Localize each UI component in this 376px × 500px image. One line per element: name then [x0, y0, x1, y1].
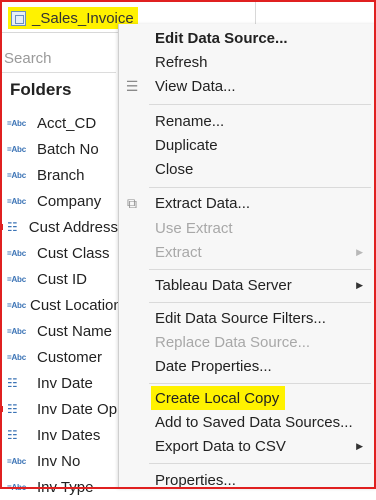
menu-separator: [149, 302, 371, 303]
menu-item-label: Add to Saved Data Sources...: [155, 413, 353, 431]
view-data-icon: ☰: [125, 78, 139, 94]
menu-separator: [149, 269, 371, 270]
string-type-icon: =Abc: [7, 170, 26, 180]
menu-item-rename[interactable]: Rename...: [119, 110, 375, 132]
field-name: Customer: [37, 348, 103, 366]
menu-item-close[interactable]: Close: [119, 158, 375, 180]
string-type-icon: =Abc: [7, 196, 26, 206]
menu-item-label: Date Properties...: [155, 357, 272, 375]
field-name: Cust Address: [28, 218, 118, 236]
search-input[interactable]: Search: [4, 46, 116, 72]
menu-item-label: Close: [155, 160, 194, 178]
submenu-arrow-icon: ▶: [356, 440, 363, 451]
hierarchy-icon: ☷: [7, 402, 18, 416]
string-type-icon: =Abc: [7, 326, 26, 336]
calendar-icon: ☷: [7, 376, 18, 390]
menu-item-extract-data[interactable]: ⧉ Extract Data...: [119, 192, 375, 214]
field-item[interactable]: =Abc Company: [0, 188, 118, 214]
field-item[interactable]: =Abc Inv No: [0, 448, 118, 474]
field-name: Acct_CD: [37, 114, 97, 132]
menu-item-label: Tableau Data Server: [155, 276, 292, 294]
menu-item-label: Create Local Copy: [155, 389, 280, 407]
calendar-icon: ☷: [7, 428, 18, 442]
string-type-icon: =Abc: [7, 274, 26, 284]
menu-item-date-properties[interactable]: Date Properties...: [119, 355, 375, 377]
field-item[interactable]: ☷ Inv Date Op: [0, 396, 118, 422]
field-item[interactable]: =Abc Cust ID: [0, 266, 118, 292]
menu-item-label: Extract Data...: [155, 194, 251, 212]
field-name: Cust Class: [37, 244, 110, 262]
menu-item-label: Edit Data Source Filters...: [155, 309, 326, 327]
menu-item-duplicate[interactable]: Duplicate: [119, 134, 375, 156]
menu-item-label: Use Extract: [155, 219, 233, 237]
menu-item-label: Properties...: [155, 471, 236, 489]
field-name: Inv Type: [37, 478, 94, 496]
menu-item-label: Rename...: [155, 112, 225, 130]
field-name: Inv Date: [37, 374, 93, 392]
menu-item-edit-data-source-filters[interactable]: Edit Data Source Filters...: [119, 307, 375, 329]
field-name: Branch: [37, 166, 85, 184]
menu-item-extract: Extract ▶: [119, 241, 375, 263]
field-item[interactable]: ☷ Inv Date: [0, 370, 118, 396]
string-type-icon: =Abc: [7, 352, 26, 362]
string-type-icon: =Abc: [7, 300, 26, 310]
field-item[interactable]: ☷ Cust Address: [0, 214, 118, 240]
menu-item-label: Replace Data Source...: [155, 333, 311, 351]
menu-item-create-local-copy[interactable]: Create Local Copy: [119, 387, 375, 409]
datasource-icon: [11, 10, 26, 26]
menu-separator: [149, 383, 371, 384]
menu-item-properties[interactable]: Properties...: [119, 469, 375, 491]
string-type-icon: =Abc: [7, 482, 26, 492]
menu-item-label: Extract: [155, 243, 202, 261]
field-item[interactable]: =Abc Branch: [0, 162, 118, 188]
menu-item-replace-data-source: Replace Data Source...: [119, 331, 375, 353]
field-item[interactable]: =Abc Cust Name: [0, 318, 118, 344]
menu-separator: [149, 104, 371, 105]
field-name: Inv No: [37, 452, 81, 470]
search-underline: [2, 72, 116, 73]
menu-item-add-to-saved-data-sources[interactable]: Add to Saved Data Sources...: [119, 411, 375, 433]
menu-separator: [149, 463, 371, 464]
field-item[interactable]: =Abc Cust Class: [0, 240, 118, 266]
field-name: Inv Dates: [37, 426, 101, 444]
context-menu: Edit Data Source... Refresh ☰ View Data.…: [118, 24, 376, 489]
field-name: Inv Date Op: [37, 400, 118, 418]
folders-heading: Folders: [10, 80, 72, 99]
hierarchy-icon: ☷: [7, 220, 18, 234]
string-type-icon: =Abc: [7, 456, 26, 466]
string-type-icon: =Abc: [7, 118, 26, 128]
submenu-arrow-icon: ▶: [356, 246, 363, 257]
extract-icon: ⧉: [127, 195, 137, 211]
field-item[interactable]: =Abc Cust Location: [0, 292, 118, 318]
string-type-icon: =Abc: [7, 248, 26, 258]
field-item[interactable]: =Abc Batch No: [0, 136, 118, 162]
field-name: Company: [37, 192, 102, 210]
hierarchy-marker: [0, 224, 3, 230]
menu-item-edit-data-source[interactable]: Edit Data Source...: [119, 27, 375, 49]
field-item[interactable]: =Abc Acct_CD: [0, 110, 118, 136]
hierarchy-marker: [0, 406, 3, 412]
field-name: Cust Location: [30, 296, 118, 314]
menu-item-label: Export Data to CSV: [155, 437, 286, 455]
menu-item-export-data-to-csv[interactable]: Export Data to CSV ▶: [119, 435, 375, 457]
field-item[interactable]: =Abc Customer: [0, 344, 118, 370]
submenu-arrow-icon: ▶: [356, 279, 363, 290]
field-name: Cust Name: [37, 322, 113, 340]
menu-item-view-data[interactable]: ☰ View Data...: [119, 75, 375, 97]
field-item[interactable]: =Abc Inv Type: [0, 474, 118, 500]
menu-item-refresh[interactable]: Refresh: [119, 51, 375, 73]
field-name: Batch No: [37, 140, 99, 158]
menu-item-label: Edit Data Source...: [155, 29, 288, 47]
menu-item-label: Refresh: [155, 53, 208, 71]
menu-item-label: Duplicate: [155, 136, 218, 154]
menu-item-use-extract: Use Extract: [119, 217, 375, 239]
field-item[interactable]: ☷ Inv Dates: [0, 422, 118, 448]
menu-item-label: View Data...: [155, 77, 236, 95]
menu-item-tableau-data-server[interactable]: Tableau Data Server ▶: [119, 274, 375, 296]
menu-separator: [149, 187, 371, 188]
field-name: Cust ID: [37, 270, 88, 288]
string-type-icon: =Abc: [7, 144, 26, 154]
